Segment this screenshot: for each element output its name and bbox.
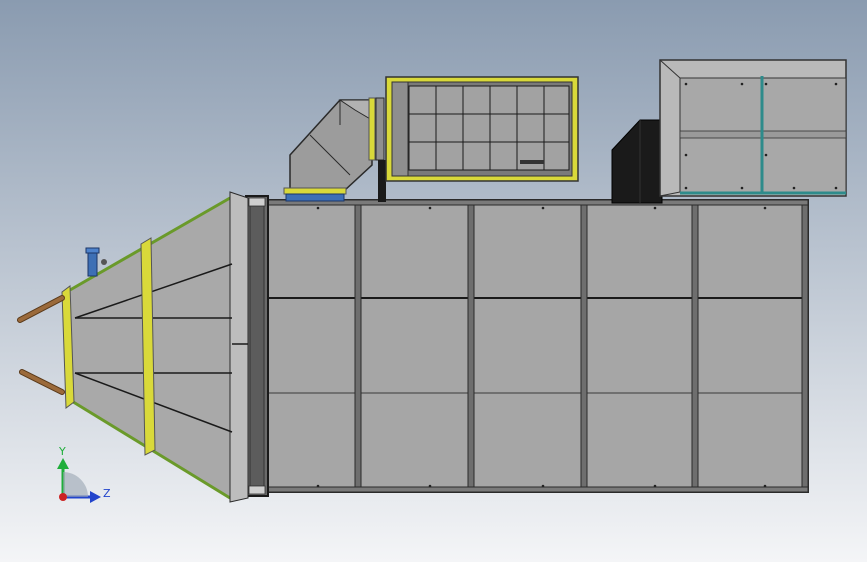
control-cabinet[interactable]: [659, 59, 847, 197]
axis-z-label: Z: [103, 487, 111, 500]
inlet-flange[interactable]: [245, 195, 269, 497]
axis-y-label: Y: [58, 445, 66, 458]
filter-box[interactable]: [385, 76, 579, 182]
main-housing[interactable]: [261, 199, 809, 493]
cad-viewport[interactable]: Y Z: [0, 0, 867, 562]
